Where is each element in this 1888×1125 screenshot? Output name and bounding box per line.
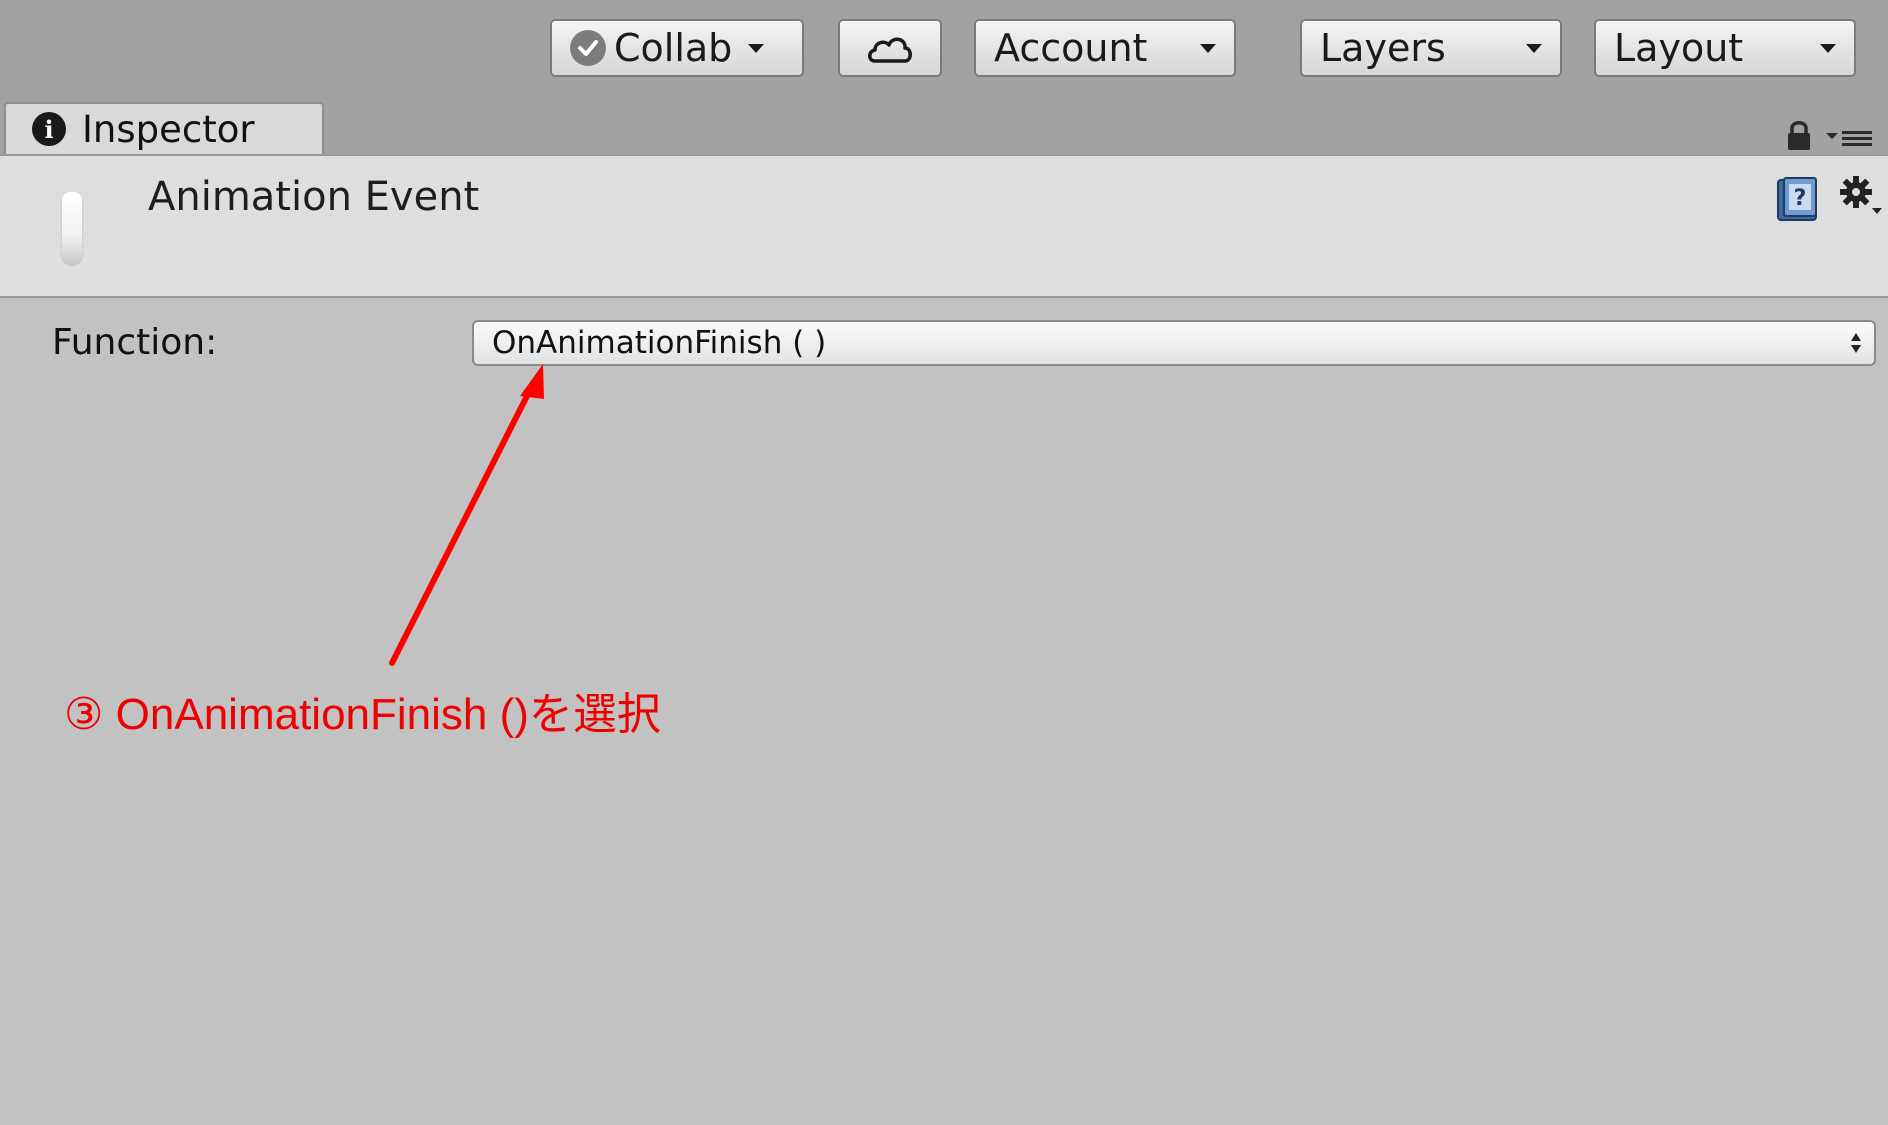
chevron-down-icon bbox=[748, 43, 765, 53]
tab-label: Inspector bbox=[82, 107, 255, 151]
annotation-text: ③ OnAnimationFinish ()を選択 bbox=[64, 690, 661, 739]
lock-icon[interactable] bbox=[1786, 118, 1812, 152]
page-title: Animation Event bbox=[148, 174, 480, 220]
layers-label: Layers bbox=[1320, 26, 1446, 70]
cloud-button[interactable] bbox=[838, 19, 942, 77]
account-label: Account bbox=[994, 26, 1148, 70]
collab-button[interactable]: Collab bbox=[550, 19, 804, 77]
inspector-content: Function: OnAnimationFinish ( ) ③ OnAnim… bbox=[0, 298, 1888, 1125]
cloud-icon bbox=[868, 37, 912, 63]
chevron-down-icon bbox=[1820, 43, 1836, 53]
account-dropdown[interactable]: Account bbox=[974, 19, 1236, 77]
layout-dropdown[interactable]: Layout bbox=[1594, 19, 1856, 77]
layers-dropdown[interactable]: Layers bbox=[1300, 19, 1562, 77]
animation-event-icon bbox=[62, 192, 82, 264]
chevron-down-icon bbox=[1526, 43, 1542, 53]
layout-label: Layout bbox=[1614, 26, 1744, 70]
info-icon: i bbox=[32, 112, 66, 146]
gear-icon[interactable] bbox=[1838, 174, 1884, 220]
tab-menu-icon[interactable] bbox=[1826, 128, 1874, 148]
collab-label: Collab bbox=[614, 26, 733, 70]
chevron-down-icon bbox=[1200, 43, 1216, 53]
check-icon bbox=[570, 30, 606, 66]
help-book-icon[interactable]: ? bbox=[1776, 176, 1820, 222]
tab-bar: i Inspector bbox=[0, 98, 1888, 154]
top-toolbar: Collab Account Layers Layout bbox=[0, 0, 1888, 98]
inspector-header: Animation Event ? bbox=[0, 154, 1888, 298]
svg-text:?: ? bbox=[1794, 186, 1807, 211]
tab-inspector[interactable]: i Inspector bbox=[4, 102, 324, 154]
